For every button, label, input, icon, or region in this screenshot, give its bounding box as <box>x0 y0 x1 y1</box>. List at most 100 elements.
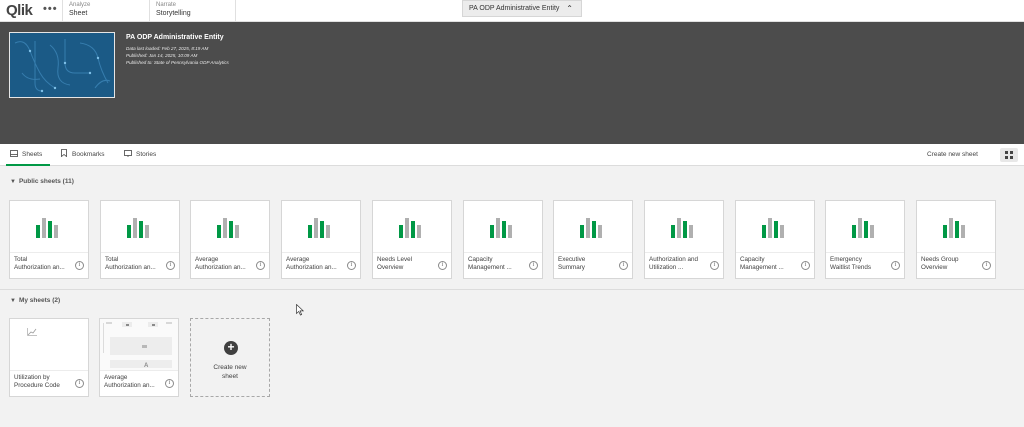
divider <box>149 0 150 22</box>
app-title-dropdown[interactable]: PA ODP Administrative Entity ⌃ <box>462 0 582 17</box>
sheet-card[interactable]: Average Authorization an... i <box>190 200 270 279</box>
bar-chart-icon <box>217 216 247 238</box>
bar-icon-segment <box>490 225 494 238</box>
bar-icon-segment <box>852 225 856 238</box>
content-tabs-bar: Sheets Bookmarks Stories Create new shee… <box>0 144 1024 166</box>
info-icon[interactable]: i <box>529 261 538 270</box>
analyze-value: Sheet <box>69 10 88 17</box>
bar-icon-segment <box>864 221 868 238</box>
bar-chart-icon <box>490 216 520 238</box>
sheet-title-line1: Needs Group <box>921 256 959 263</box>
app-title-text: PA ODP Administrative Entity <box>469 5 560 12</box>
sheet-card[interactable]: A Average Authorization an... i <box>99 318 179 397</box>
sheet-card[interactable]: Capacity Management ... i <box>463 200 543 279</box>
divider <box>62 0 63 22</box>
sheet-title-line2: Authorization an... <box>195 264 246 271</box>
sheet-preview <box>645 201 723 253</box>
sheet-card[interactable]: Needs Group Overview i <box>916 200 996 279</box>
my-sheets-toggle[interactable]: ▼ My sheets (2) <box>10 297 60 304</box>
sheet-card[interactable]: Executive Summary i <box>553 200 633 279</box>
info-icon[interactable]: i <box>165 379 174 388</box>
info-icon[interactable]: i <box>438 261 447 270</box>
tab-bookmarks[interactable]: Bookmarks <box>60 144 105 166</box>
info-icon[interactable]: i <box>75 261 84 270</box>
create-new-sheet-card[interactable]: + Create new sheet <box>190 318 270 397</box>
bar-icon-segment <box>36 225 40 238</box>
logo-text: Qlik <box>6 2 33 19</box>
sheet-title-line2: Management ... <box>468 264 512 271</box>
caret-down-icon: ▼ <box>10 179 16 185</box>
svg-text:A: A <box>144 363 149 369</box>
sheet-title-line2: Utilization ... <box>649 264 684 271</box>
sheet-card[interactable]: Needs Level Overview i <box>372 200 452 279</box>
sheet-title-line1: Executive <box>558 256 586 263</box>
bar-icon-segment <box>399 225 403 238</box>
public-sheets-toggle[interactable]: ▼ Public sheets (11) <box>10 178 74 185</box>
tab-stories-label: Stories <box>136 151 157 158</box>
data-last-loaded: Data last loaded: Feb 27, 2025, 8:19 AM <box>126 46 209 51</box>
bar-icon-segment <box>592 221 596 238</box>
sheet-title-line1: Capacity <box>740 256 765 263</box>
analyze-label: Analyze <box>69 2 91 8</box>
info-icon[interactable]: i <box>347 261 356 270</box>
narrate-nav[interactable]: Narrate Storytelling <box>156 1 191 19</box>
sheet-title-line1: Total <box>105 256 119 263</box>
create-label-line1: Create new <box>213 364 247 371</box>
info-icon[interactable]: i <box>891 261 900 270</box>
bar-icon-segment <box>127 225 131 238</box>
bar-icon-segment <box>405 218 409 238</box>
info-icon[interactable]: i <box>75 379 84 388</box>
sheet-preview <box>554 201 632 253</box>
sheet-card[interactable]: Utilization by Procedure Code i <box>9 318 89 397</box>
grid-view-toggle[interactable] <box>1000 148 1018 162</box>
info-icon[interactable]: i <box>710 261 719 270</box>
sheet-preview <box>826 201 904 253</box>
sheet-card[interactable]: Authorization and Utilization ... i <box>644 200 724 279</box>
qlik-logo[interactable]: Qlik <box>6 2 33 19</box>
sheets-icon <box>10 150 18 157</box>
bar-icon-segment <box>54 225 58 238</box>
sheet-preview: A <box>100 319 178 371</box>
sheet-title-line2: Overview <box>921 264 948 271</box>
bar-icon-segment <box>768 218 772 238</box>
sheet-card[interactable]: Total Authorization an... i <box>100 200 180 279</box>
more-menu-icon[interactable]: ••• <box>43 3 58 15</box>
create-new-sheet-label: Create new sheet <box>191 363 269 381</box>
app-title: PA ODP Administrative Entity <box>126 34 224 41</box>
info-icon[interactable]: i <box>801 261 810 270</box>
tab-sheets[interactable]: Sheets <box>6 144 50 166</box>
sheet-card[interactable]: Capacity Management ... i <box>735 200 815 279</box>
info-icon[interactable]: i <box>256 261 265 270</box>
dashboard-preview-icon: A <box>103 322 172 369</box>
sheet-title-line1: Authorization and <box>649 256 699 263</box>
bar-icon-segment <box>417 225 421 238</box>
sheet-title: Total Authorization an... <box>105 256 165 272</box>
analyze-nav[interactable]: Analyze Sheet <box>69 1 90 19</box>
sheet-title: Needs Group Overview <box>921 256 981 272</box>
sheet-title-line1: Average <box>286 256 310 263</box>
sheet-preview <box>10 201 88 253</box>
info-icon[interactable]: i <box>982 261 991 270</box>
sheet-title-line1: Average <box>195 256 219 263</box>
bar-icon-segment <box>145 225 149 238</box>
app-overview-header: PA ODP Administrative Entity Data last l… <box>0 22 1024 144</box>
sheet-title: Executive Summary <box>558 256 618 272</box>
sheet-card[interactable]: Emergency Waitlist Trends i <box>825 200 905 279</box>
top-navigation-bar: Qlik ••• Analyze Sheet Narrate Storytell… <box>0 0 1024 22</box>
tab-sheets-label: Sheets <box>22 151 43 158</box>
sheet-preview <box>373 201 451 253</box>
tab-stories[interactable]: Stories <box>124 144 156 166</box>
create-new-sheet-link[interactable]: Create new sheet <box>927 144 978 166</box>
bar-icon-segment <box>496 218 500 238</box>
narrate-value: Storytelling <box>156 10 191 17</box>
sheet-title-line2: Overview <box>377 264 404 271</box>
sheet-preview <box>282 201 360 253</box>
bar-chart-icon <box>308 216 338 238</box>
info-icon[interactable]: i <box>619 261 628 270</box>
sheet-title-line1: Capacity <box>468 256 493 263</box>
thumbnail-pattern-icon <box>10 33 114 97</box>
sheet-title: Needs Level Overview <box>377 256 437 272</box>
info-icon[interactable]: i <box>166 261 175 270</box>
sheet-card[interactable]: Average Authorization an... i <box>281 200 361 279</box>
sheet-card[interactable]: Total Authorization an... i <box>9 200 89 279</box>
